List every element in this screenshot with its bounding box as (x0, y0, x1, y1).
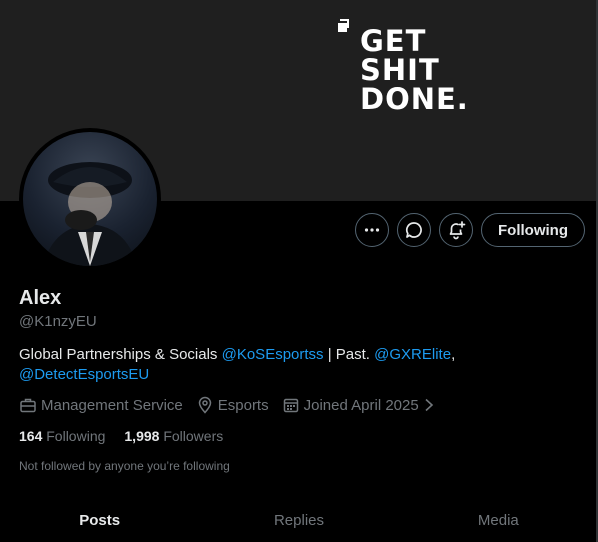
avatar[interactable] (19, 128, 161, 270)
tab-media[interactable]: Media (399, 502, 598, 542)
mention-link[interactable]: @DetectEsportsEU (19, 366, 149, 383)
profile-actions: Following (355, 213, 585, 247)
slogan-line-2: SHIT (360, 53, 440, 87)
follow-counts: 164 Following 1,998 Followers (19, 428, 242, 444)
location-item: Esports (196, 396, 269, 414)
following-count-label: Following (46, 428, 106, 444)
followers-count-link[interactable]: 1,998 Followers (124, 428, 223, 444)
profile-tabs: Posts Replies Media (0, 502, 598, 542)
category-label: Management Service (41, 396, 183, 414)
avatar-image (23, 132, 157, 266)
briefcase-icon (20, 398, 36, 413)
bio-text: , (451, 346, 456, 363)
mention-link[interactable]: @KoSEsportss (222, 346, 324, 363)
bio-text: | Past. (323, 346, 375, 363)
location-label: Esports (217, 396, 269, 414)
following-count: 164 (19, 428, 43, 444)
message-icon (405, 222, 422, 238)
joined-label: Joined April 2025 (303, 396, 419, 414)
following-button[interactable]: Following (481, 213, 585, 247)
notify-button[interactable] (439, 213, 474, 247)
slogan-line-1: GET (360, 24, 427, 58)
bio: Global Partnerships & Socials @KoSEsport… (19, 345, 579, 385)
slogan-line-3: DONE. (360, 82, 469, 116)
user-handle: @K1nzyEU (19, 313, 97, 330)
calendar-icon (283, 398, 298, 413)
display-name: Alex (19, 287, 62, 309)
followers-count: 1,998 (124, 428, 160, 444)
chevron-right-icon (425, 398, 433, 412)
bio-text: Global Partnerships & Socials (19, 346, 222, 363)
more-icon (364, 228, 380, 232)
tab-posts[interactable]: Posts (0, 502, 199, 542)
followers-count-label: Followers (163, 428, 224, 444)
joined-item[interactable]: Joined April 2025 (282, 396, 440, 414)
following-count-link[interactable]: 164 Following (19, 428, 105, 444)
notification-bell-icon (449, 221, 466, 240)
tab-replies[interactable]: Replies (199, 502, 398, 542)
squares-logo-icon (338, 19, 350, 33)
profile-meta: Management Service Esports Joined April … (19, 396, 453, 414)
location-pin-icon (198, 396, 212, 414)
not-followed-note: Not followed by anyone you’re following (19, 459, 230, 473)
more-button[interactable] (355, 213, 390, 247)
mention-link[interactable]: @GXRElite (374, 346, 451, 363)
category-item: Management Service (19, 396, 183, 414)
message-button[interactable] (397, 213, 432, 247)
